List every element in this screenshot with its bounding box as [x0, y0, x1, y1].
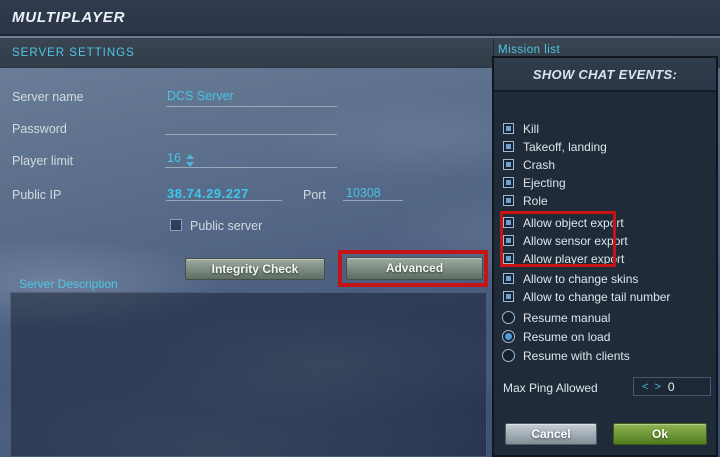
panel-titlebar: SHOW CHAT EVENTS:: [494, 58, 716, 92]
checkbox-row-crash: Crash: [494, 158, 716, 174]
checkbox-label: Allow to change tail number: [523, 290, 671, 304]
section-title: SERVER SETTINGS: [12, 47, 135, 59]
integrity-check-button[interactable]: Integrity Check: [185, 258, 325, 280]
checkbox-takeoff-landing[interactable]: [503, 141, 514, 152]
max-ping-label: Max Ping Allowed: [503, 381, 598, 395]
checkbox-allow-change-skins[interactable]: [503, 273, 514, 284]
public-server-label: Public server: [190, 219, 263, 233]
checkbox-row-ejecting: Ejecting: [494, 176, 716, 192]
radio-label: Resume manual: [523, 311, 611, 325]
checkbox-kill[interactable]: [503, 123, 514, 134]
advanced-button[interactable]: Advanced: [346, 257, 483, 280]
radio-row-resume-with-clients: Resume with clients: [494, 349, 716, 365]
server-name-underline[interactable]: [166, 106, 337, 107]
server-name-label: Server name: [12, 90, 84, 104]
multiplayer-screen: MULTIPLAYER SERVER SETTINGS Mission list…: [0, 0, 720, 457]
player-limit-stepper[interactable]: [186, 154, 194, 167]
chat-events-panel: SHOW CHAT EVENTS: Kill Takeoff, landing …: [492, 56, 718, 457]
radio-resume-manual[interactable]: [502, 311, 515, 324]
app-header: MULTIPLAYER: [0, 0, 720, 36]
radio-label: Resume with clients: [523, 349, 630, 363]
public-ip-input[interactable]: 38.74.29.227: [167, 186, 249, 201]
server-description-title: Server Description: [19, 277, 118, 291]
checkbox-row-allow-change-skins: Allow to change skins: [494, 272, 716, 288]
player-limit-label: Player limit: [12, 154, 74, 168]
checkbox-crash[interactable]: [503, 159, 514, 170]
password-underline[interactable]: [165, 134, 337, 135]
checkbox-label: Allow object export: [523, 216, 624, 230]
port-underline: [343, 200, 403, 201]
port-input[interactable]: 10308: [346, 186, 381, 200]
checkbox-label: Allow sensor export: [523, 234, 628, 248]
checkbox-label: Allow to change skins: [523, 272, 639, 286]
checkbox-row-allow-object-export: Allow object export: [494, 216, 716, 232]
cancel-button[interactable]: Cancel: [505, 423, 597, 445]
checkbox-label: Takeoff, landing: [523, 140, 607, 154]
decrement-button[interactable]: <: [634, 381, 651, 393]
checkbox-row-kill: Kill: [494, 122, 716, 138]
spinner-up-icon[interactable]: [186, 154, 194, 159]
mission-list-title: Mission list: [498, 44, 561, 56]
radio-row-resume-manual: Resume manual: [494, 311, 716, 327]
max-ping-value[interactable]: 0: [664, 380, 675, 394]
public-server-checkbox[interactable]: [170, 219, 182, 231]
public-ip-underline: [166, 200, 282, 201]
checkbox-allow-sensor-export[interactable]: [503, 235, 514, 246]
checkbox-label: Crash: [523, 158, 556, 172]
checkbox-ejecting[interactable]: [503, 177, 514, 188]
radio-row-resume-on-load: Resume on load: [494, 330, 716, 346]
player-limit-input[interactable]: 16: [167, 151, 181, 165]
player-limit-underline: [165, 167, 337, 168]
checkbox-row-role: Role: [494, 194, 716, 210]
checkbox-label: Allow player export: [523, 252, 625, 266]
checkbox-allow-player-export[interactable]: [503, 253, 514, 264]
server-description-textarea[interactable]: [10, 292, 487, 457]
checkbox-allow-change-tail-number[interactable]: [503, 291, 514, 302]
max-ping-stepper[interactable]: < > 0: [633, 377, 711, 396]
ok-button[interactable]: Ok: [613, 423, 707, 445]
page-title: MULTIPLAYER: [12, 9, 126, 26]
checkbox-row-takeoff-landing: Takeoff, landing: [494, 140, 716, 156]
panel-title: SHOW CHAT EVENTS:: [532, 67, 678, 82]
checkbox-allow-object-export[interactable]: [503, 217, 514, 228]
port-label: Port: [303, 188, 326, 202]
checkbox-role[interactable]: [503, 195, 514, 206]
radio-resume-on-load[interactable]: [502, 330, 515, 343]
checkbox-row-allow-change-tail-number: Allow to change tail number: [494, 290, 716, 306]
checkbox-label: Ejecting: [523, 176, 566, 190]
checkbox-row-allow-player-export: Allow player export: [494, 252, 716, 268]
public-ip-label: Public IP: [12, 188, 62, 202]
server-name-input[interactable]: DCS Server: [167, 89, 234, 103]
checkbox-row-allow-sensor-export: Allow sensor export: [494, 234, 716, 250]
radio-resume-with-clients[interactable]: [502, 349, 515, 362]
radio-label: Resume on load: [523, 330, 611, 344]
increment-button[interactable]: >: [651, 381, 663, 393]
checkbox-label: Kill: [523, 122, 540, 136]
checkbox-label: Role: [523, 194, 548, 208]
password-label: Password: [12, 122, 67, 136]
